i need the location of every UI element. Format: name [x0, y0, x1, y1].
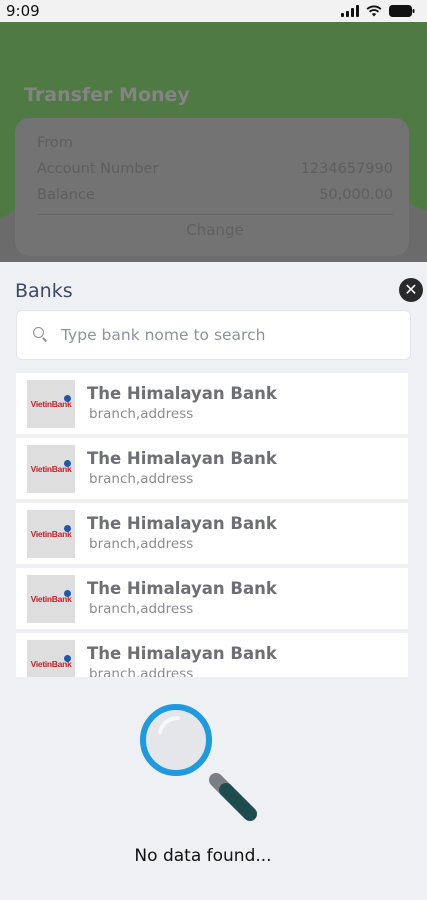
bank-name: The Himalayan Bank: [87, 383, 277, 403]
bank-name: The Himalayan Bank: [87, 643, 277, 663]
bank-name: The Himalayan Bank: [87, 578, 277, 598]
bank-address: branch,address: [89, 665, 194, 678]
status-time: 9:09: [6, 2, 40, 20]
magnifier-empty-icon: [140, 704, 257, 821]
bank-logo: VietinBank: [27, 509, 75, 558]
bank-list-item[interactable]: VietinBank The Himalayan Bank branch,add…: [16, 373, 408, 434]
search-input[interactable]: [61, 326, 381, 344]
bank-address: branch,address: [89, 535, 194, 552]
bank-address: branch,address: [89, 470, 194, 487]
bank-address: branch,address: [89, 600, 194, 617]
bank-list-item[interactable]: VietinBank The Himalayan Bank branch,add…: [16, 633, 408, 677]
modal-backdrop[interactable]: [0, 22, 427, 262]
battery-icon: [389, 5, 415, 17]
bank-logo: VietinBank: [27, 379, 75, 428]
status-bar: 9:09: [0, 0, 427, 22]
bank-logo: VietinBank: [27, 639, 75, 677]
bank-name: The Himalayan Bank: [87, 448, 277, 468]
bank-picker-sheet: Banks ✕ VietinBank The Himalayan Bank br…: [0, 262, 427, 900]
bank-logo: VietinBank: [27, 574, 75, 623]
bank-list-item[interactable]: VietinBank The Himalayan Bank branch,add…: [16, 568, 408, 629]
signal-icon: [341, 5, 359, 17]
status-icons: [341, 5, 415, 17]
search-bar[interactable]: [16, 310, 411, 360]
sheet-title: Banks: [15, 280, 73, 302]
empty-state-text: No data found...: [134, 846, 272, 866]
bank-logo: VietinBank: [27, 444, 75, 493]
bank-list[interactable]: VietinBank The Himalayan Bank branch,add…: [16, 373, 408, 677]
bank-address: branch,address: [89, 405, 194, 422]
bank-list-item[interactable]: VietinBank The Himalayan Bank branch,add…: [16, 503, 408, 564]
wifi-icon: [366, 5, 382, 17]
bank-list-item[interactable]: VietinBank The Himalayan Bank branch,add…: [16, 438, 408, 499]
bank-name: The Himalayan Bank: [87, 513, 277, 533]
search-icon: [33, 327, 49, 343]
close-icon[interactable]: ✕: [399, 278, 423, 302]
